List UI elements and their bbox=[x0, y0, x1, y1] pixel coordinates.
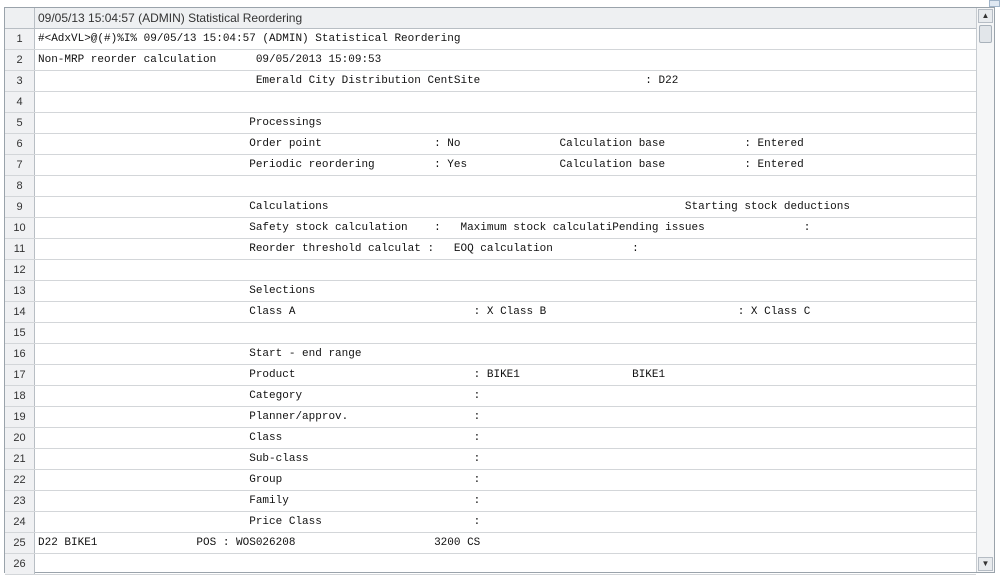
row-number: 7 bbox=[5, 155, 35, 175]
row-number: 23 bbox=[5, 491, 35, 511]
row-number: 20 bbox=[5, 428, 35, 448]
row-text: Safety stock calculation : Maximum stock… bbox=[38, 222, 811, 234]
row-text: Emerald City Distribution CentSite : D22 bbox=[38, 75, 679, 87]
report-lines: 1 #<AdxVL>@(#)%I% 09/05/13 15:04:57 (ADMI… bbox=[5, 29, 976, 575]
row-number: 17 bbox=[5, 365, 35, 385]
row-text: Sub-class : bbox=[38, 453, 481, 465]
row-text: Periodic reordering : Yes Calculation ba… bbox=[38, 159, 804, 171]
row-number: 10 bbox=[5, 218, 35, 238]
table-row[interactable]: 20 Class : bbox=[5, 428, 976, 449]
row-number: 13 bbox=[5, 281, 35, 301]
row-text: Category : bbox=[38, 390, 481, 402]
row-text: Processings bbox=[38, 117, 322, 129]
row-number: 22 bbox=[5, 470, 35, 490]
table-row[interactable]: 11 Reorder threshold calculat : EOQ calc… bbox=[5, 239, 976, 260]
row-text: Start - end range bbox=[38, 348, 362, 360]
table-row[interactable]: 18 Category : bbox=[5, 386, 976, 407]
row-text: Planner/approv. : bbox=[38, 411, 481, 423]
row-number: 15 bbox=[5, 323, 35, 343]
table-row[interactable]: 12 bbox=[5, 260, 976, 281]
table-row[interactable]: 13 Selections bbox=[5, 281, 976, 302]
row-number: 4 bbox=[5, 92, 35, 112]
table-row[interactable]: 26 bbox=[5, 554, 976, 575]
table-row[interactable]: 23 Family : bbox=[5, 491, 976, 512]
table-row[interactable]: 15 bbox=[5, 323, 976, 344]
row-text: Order point : No Calculation base : Ente… bbox=[38, 138, 804, 150]
table-row[interactable]: 21 Sub-class : bbox=[5, 449, 976, 470]
row-number: 19 bbox=[5, 407, 35, 427]
table-row[interactable]: 25 D22 BIKE1 POS : WOS026208 3200 CS bbox=[5, 533, 976, 554]
row-text: Price Class : bbox=[38, 516, 481, 528]
row-text: Non-MRP reorder calculation 09/05/2013 1… bbox=[38, 54, 382, 66]
row-text: Calculations Starting stock deductions bbox=[38, 201, 850, 213]
row-number: 21 bbox=[5, 449, 35, 469]
row-number: 12 bbox=[5, 260, 35, 280]
scroll-down-icon[interactable]: ▼ bbox=[978, 557, 993, 571]
row-text: Product : BIKE1 BIKE1 bbox=[38, 369, 666, 381]
table-row[interactable]: 14 Class A : X Class B : X Class C bbox=[5, 302, 976, 323]
row-number: 6 bbox=[5, 134, 35, 154]
row-number: 26 bbox=[5, 554, 35, 574]
row-number: 14 bbox=[5, 302, 35, 322]
window-corner-button[interactable] bbox=[989, 0, 1000, 7]
report-viewer: 09/05/13 15:04:57 (ADMIN) Statistical Re… bbox=[4, 7, 995, 575]
row-text: Reorder threshold calculat : EOQ calcula… bbox=[38, 243, 639, 255]
row-number: 16 bbox=[5, 344, 35, 364]
row-number: 5 bbox=[5, 113, 35, 133]
row-number: 9 bbox=[5, 197, 35, 217]
row-number: 24 bbox=[5, 512, 35, 532]
table-row[interactable]: 8 bbox=[5, 176, 976, 197]
table-row[interactable]: 16 Start - end range bbox=[5, 344, 976, 365]
table-row[interactable]: 4 bbox=[5, 92, 976, 113]
table-row[interactable]: 5 Processings bbox=[5, 113, 976, 134]
row-number: 11 bbox=[5, 239, 35, 259]
table-row[interactable]: 10 Safety stock calculation : Maximum st… bbox=[5, 218, 976, 239]
row-number: 2 bbox=[5, 50, 35, 70]
row-number: 1 bbox=[5, 29, 35, 49]
report-title: 09/05/13 15:04:57 (ADMIN) Statistical Re… bbox=[38, 11, 303, 25]
table-row[interactable]: 19 Planner/approv. : bbox=[5, 407, 976, 428]
row-text: D22 BIKE1 POS : WOS026208 3200 CS bbox=[38, 537, 481, 549]
scroll-up-icon[interactable]: ▲ bbox=[978, 9, 993, 23]
table-row[interactable]: 2 Non-MRP reorder calculation 09/05/2013 … bbox=[5, 50, 976, 71]
row-number: 3 bbox=[5, 71, 35, 91]
table-row[interactable]: 9 Calculations Starting stock deductions bbox=[5, 197, 976, 218]
table-row[interactable]: 7 Periodic reordering : Yes Calculation … bbox=[5, 155, 976, 176]
row-number: 25 bbox=[5, 533, 35, 553]
row-text: Family : bbox=[38, 495, 481, 507]
table-row[interactable]: 22 Group : bbox=[5, 470, 976, 491]
table-row[interactable]: 6 Order point : No Calculation base : En… bbox=[5, 134, 976, 155]
table-row[interactable]: 1 #<AdxVL>@(#)%I% 09/05/13 15:04:57 (ADMI… bbox=[5, 29, 976, 50]
header-gutter bbox=[5, 8, 35, 28]
table-row[interactable]: 24 Price Class : bbox=[5, 512, 976, 533]
row-number: 8 bbox=[5, 176, 35, 196]
vertical-scrollbar[interactable]: ▲ ▼ bbox=[976, 8, 994, 572]
row-text: Class A : X Class B : X Class C bbox=[38, 306, 811, 318]
row-text: #<AdxVL>@(#)%I% 09/05/13 15:04:57 (ADMIN… bbox=[38, 33, 461, 45]
table-row[interactable]: 17 Product : BIKE1 BIKE1 bbox=[5, 365, 976, 386]
row-text: Group : bbox=[38, 474, 481, 486]
row-text: Class : bbox=[38, 432, 481, 444]
row-text: Selections bbox=[38, 285, 316, 297]
row-number: 18 bbox=[5, 386, 35, 406]
scroll-thumb[interactable] bbox=[979, 25, 992, 43]
table-row[interactable]: 3 Emerald City Distribution CentSite : D… bbox=[5, 71, 976, 92]
report-header: 09/05/13 15:04:57 (ADMIN) Statistical Re… bbox=[5, 8, 976, 29]
